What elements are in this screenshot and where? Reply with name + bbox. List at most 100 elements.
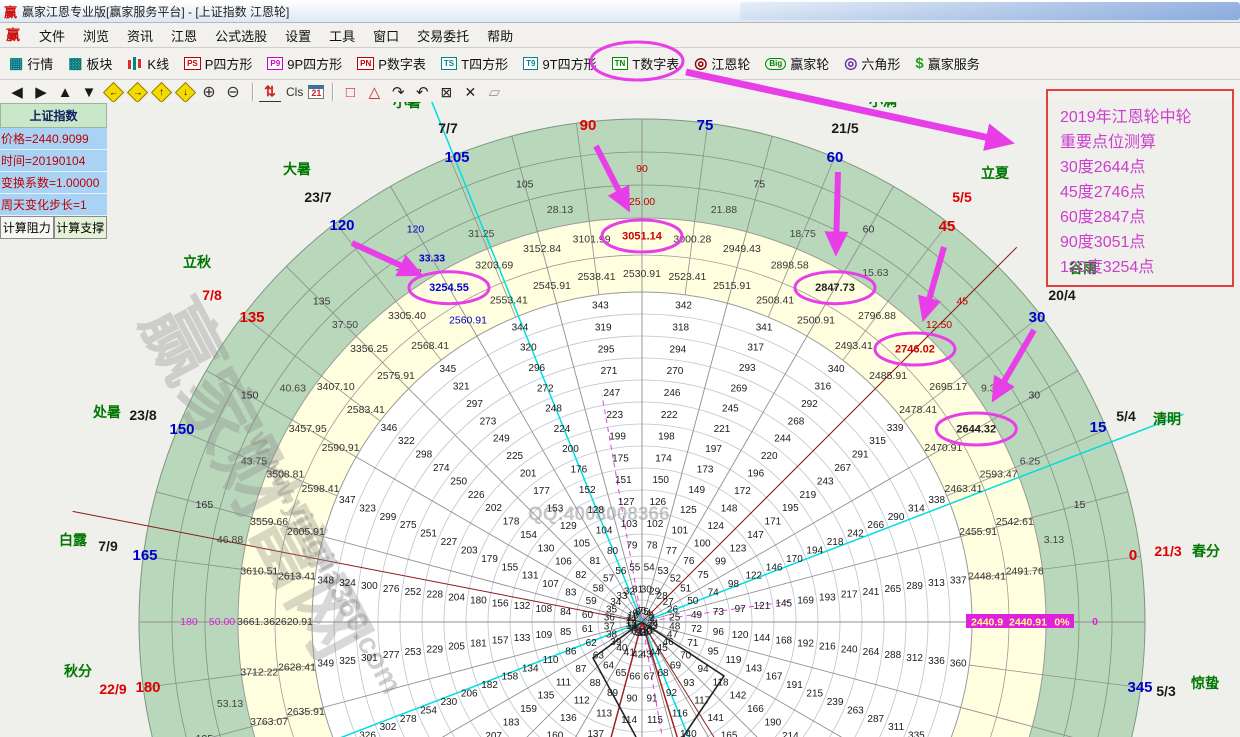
svg-text:215: 215: [806, 689, 823, 700]
svg-text:2455.91: 2455.91: [959, 526, 997, 538]
svg-text:70: 70: [680, 650, 692, 661]
toolbar-separator: [252, 83, 253, 101]
svg-text:103: 103: [621, 519, 638, 530]
svg-text:118: 118: [713, 677, 729, 688]
toolbar-button-六角形[interactable]: ◎六角形: [841, 52, 903, 75]
menu-item-窗口[interactable]: 窗口: [364, 24, 408, 47]
menu-item-资讯[interactable]: 资讯: [118, 24, 162, 47]
toolbar-button-9T四方形[interactable]: T99T四方形: [520, 52, 600, 75]
toolbar-button-行情[interactable]: ▦行情: [6, 52, 56, 75]
svg-text:67: 67: [644, 672, 656, 683]
menu-item-公式选股[interactable]: 公式选股: [206, 24, 276, 47]
svg-text:45: 45: [956, 296, 968, 308]
ps-icon: PS: [184, 57, 201, 70]
svg-text:290: 290: [888, 512, 905, 523]
svg-text:3305.40: 3305.40: [388, 310, 426, 322]
svg-text:115: 115: [647, 715, 663, 726]
nav-down-icon[interactable]: ▼: [78, 82, 100, 102]
svg-text:242: 242: [847, 529, 864, 540]
svg-text:46.88: 46.88: [217, 534, 243, 546]
svg-text:228: 228: [426, 590, 443, 601]
toolbar-button-P四方形[interactable]: PSP四方形: [181, 52, 255, 75]
calc-button-计算支撑[interactable]: 计算支撑: [54, 216, 108, 239]
info-row: 时间=20190104: [0, 150, 107, 172]
zoom-out-icon[interactable]: ⊖: [222, 82, 244, 102]
svg-text:33.33: 33.33: [419, 252, 445, 264]
svg-text:2644.32: 2644.32: [956, 424, 996, 436]
toolbar-button-江恩轮[interactable]: ◎江恩轮: [691, 52, 753, 75]
rotate-ccw-icon[interactable]: ↶: [411, 82, 433, 102]
svg-text:116: 116: [672, 708, 688, 719]
toolbar-button-T四方形[interactable]: TST四方形: [438, 52, 511, 75]
toolbar-button-P数字表[interactable]: PNP数字表: [354, 52, 429, 75]
toolbar-button-赢家服务[interactable]: $赢家服务: [912, 52, 982, 75]
nav-left-icon[interactable]: ◀: [6, 82, 28, 102]
pan-up-icon[interactable]: ↑: [150, 82, 172, 102]
toolbar-button-板块[interactable]: ▩板块: [65, 52, 115, 75]
menu-item-工具[interactable]: 工具: [320, 24, 364, 47]
svg-text:99: 99: [715, 557, 727, 568]
svg-text:90: 90: [636, 163, 648, 175]
menu-item-浏览[interactable]: 浏览: [74, 24, 118, 47]
svg-text:176: 176: [571, 465, 588, 476]
svg-text:119: 119: [725, 655, 741, 666]
toolbar-label: T四方形: [461, 54, 508, 73]
menu-item-帮助[interactable]: 帮助: [478, 24, 522, 47]
rotate-cw-icon[interactable]: ↷: [387, 82, 409, 102]
triangle-tool-icon[interactable]: △: [363, 82, 385, 102]
annotation-line: 120度3254点: [1060, 255, 1222, 280]
svg-text:216: 216: [819, 641, 836, 652]
svg-text:146: 146: [766, 562, 783, 573]
toolbar-button-K线[interactable]: K线: [124, 52, 172, 75]
svg-text:133: 133: [514, 633, 531, 644]
menu-item-交易委托[interactable]: 交易委托: [408, 24, 478, 47]
svg-text:21/5: 21/5: [831, 120, 858, 136]
menu-item-设置[interactable]: 设置: [276, 24, 320, 47]
svg-text:325: 325: [339, 656, 356, 667]
svg-text:83: 83: [565, 588, 577, 599]
nav-up-icon[interactable]: ▲: [54, 82, 76, 102]
pan-down-icon[interactable]: ↓: [174, 82, 196, 102]
svg-text:37.50: 37.50: [332, 319, 358, 331]
t-updown-icon[interactable]: ⇅: [259, 81, 281, 103]
svg-text:120: 120: [732, 630, 749, 641]
svg-text:54: 54: [644, 562, 656, 573]
svg-text:84: 84: [560, 607, 572, 618]
svg-text:339: 339: [887, 423, 904, 434]
pan-left-icon[interactable]: ←: [102, 82, 124, 102]
svg-text:150: 150: [169, 421, 194, 438]
nav-right-icon[interactable]: ▶: [30, 82, 52, 102]
annotation-box: 2019年江恩轮中轮重要点位测算30度2644点45度2746点60度2847点…: [1046, 89, 1234, 287]
toolbar-button-赢家轮[interactable]: Big赢家轮: [762, 52, 832, 75]
gann-wheel-icon: ◎: [694, 56, 707, 71]
screen-tool-icon[interactable]: ▱: [483, 82, 505, 102]
zoom-in-icon[interactable]: ⊕: [198, 82, 220, 102]
rect-tool-icon[interactable]: □: [339, 82, 361, 102]
cross-arrows-tool-icon[interactable]: ✕: [459, 82, 481, 102]
svg-text:226: 226: [468, 490, 485, 501]
svg-text:90: 90: [580, 117, 597, 134]
box-x-tool-icon[interactable]: ⊠: [435, 82, 457, 102]
calc-button-计算阻力[interactable]: 计算阻力: [0, 216, 54, 239]
svg-text:24: 24: [647, 618, 659, 629]
svg-text:大暑: 大暑: [283, 161, 311, 177]
pan-right-icon[interactable]: →: [126, 82, 148, 102]
toolbar-button-9P四方形[interactable]: P99P四方形: [264, 52, 345, 75]
svg-text:345: 345: [1127, 679, 1152, 696]
svg-text:60: 60: [827, 149, 844, 166]
svg-text:117: 117: [694, 696, 710, 707]
menu-item-文件[interactable]: 文件: [30, 24, 74, 47]
svg-text:105: 105: [444, 149, 469, 166]
toolbar-button-T数字表[interactable]: TNT数字表: [609, 52, 683, 75]
svg-text:168: 168: [775, 636, 792, 647]
svg-text:142: 142: [730, 691, 747, 702]
svg-text:2440.91: 2440.91: [971, 617, 1009, 629]
svg-text:30: 30: [1028, 390, 1040, 402]
svg-text:194: 194: [806, 545, 823, 556]
cls-button-icon[interactable]: Cls: [283, 82, 306, 102]
menu-item-江恩[interactable]: 江恩: [162, 24, 206, 47]
sectors-icon: ▩: [68, 56, 82, 71]
calendar-icon[interactable]: 21: [308, 85, 324, 99]
svg-text:337: 337: [950, 575, 967, 586]
svg-text:342: 342: [675, 301, 692, 312]
